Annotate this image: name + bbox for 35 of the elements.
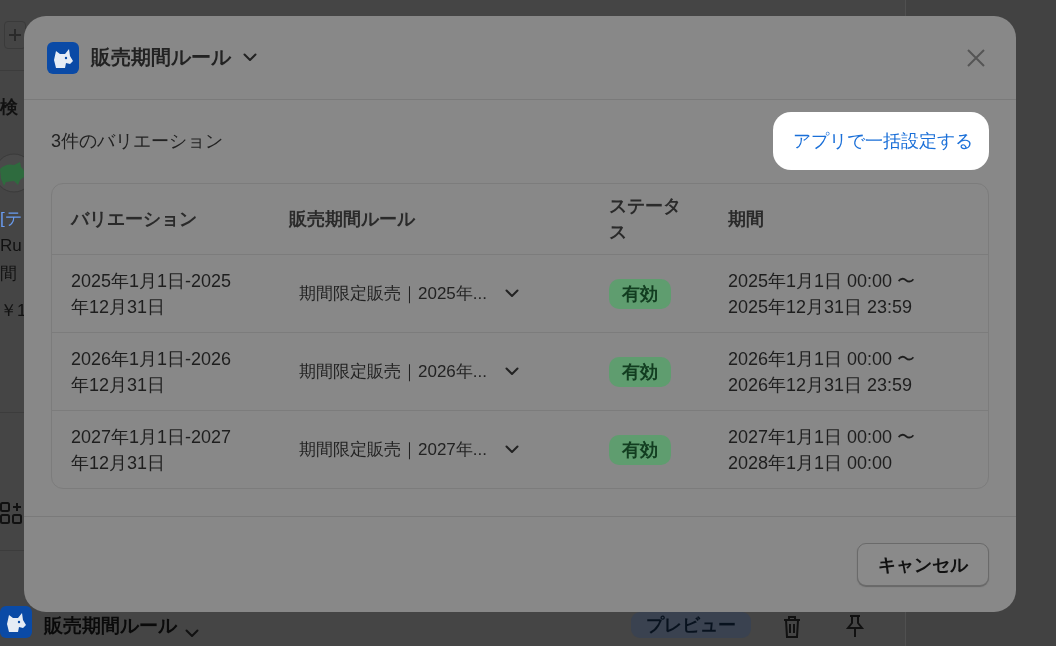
apps-add-icon [0,502,22,524]
chevron-down-icon [505,289,519,298]
dog-logo-icon [47,41,79,74]
variation-name: 2025年1月1日-2025年12月31日 [71,269,233,319]
trash-icon[interactable] [783,616,801,638]
close-button[interactable] [966,47,986,68]
column-header: 期間 [728,208,764,231]
variation-count: 3件のバリエーション [51,130,223,153]
status-badge: 有効 [609,356,671,387]
rule-dropdown[interactable]: 期間限定販売｜2027年... [299,436,519,463]
chevron-down-icon [505,445,519,454]
chevron-down-icon [243,53,257,62]
column-header: バリエーション [71,208,197,231]
close-icon [966,47,986,68]
period-text: 2025年1月1日 00:00 〜 2025年12月31日 23:59 [728,269,917,319]
period-text: 2026年1月1日 00:00 〜 2026年12月31日 23:59 [728,347,917,397]
bulk-settings-button[interactable]: アプリで一括設定する [773,112,989,170]
plus-icon [8,28,22,42]
variation-name: 2026年1月1日-2026年12月31日 [71,347,233,397]
cancel-button[interactable]: キャンセル [857,543,989,586]
status-badge: 有効 [609,434,671,465]
period-text: 2027年1月1日 00:00 〜 2028年1月1日 00:00 [728,425,917,475]
chevron-down-icon [185,629,199,638]
dialog-title: 販売期間ルール [91,45,231,70]
rule-dropdown[interactable]: 期間限定販売｜2026年... [299,358,519,385]
pin-icon[interactable] [845,614,865,638]
dog-logo-icon [0,606,32,638]
status-badge: 有効 [609,278,671,309]
rule-dropdown[interactable]: 期間限定販売｜2025年... [299,280,519,307]
column-header: 販売期間ルール [289,208,415,231]
product-link[interactable]: [テ [0,207,22,230]
bottom-bar-title: 販売期間ルール [44,614,177,638]
chevron-down-icon [505,367,519,376]
variation-name: 2027年1月1日-2027年12月31日 [71,425,233,475]
column-header: ステータス [609,195,682,244]
